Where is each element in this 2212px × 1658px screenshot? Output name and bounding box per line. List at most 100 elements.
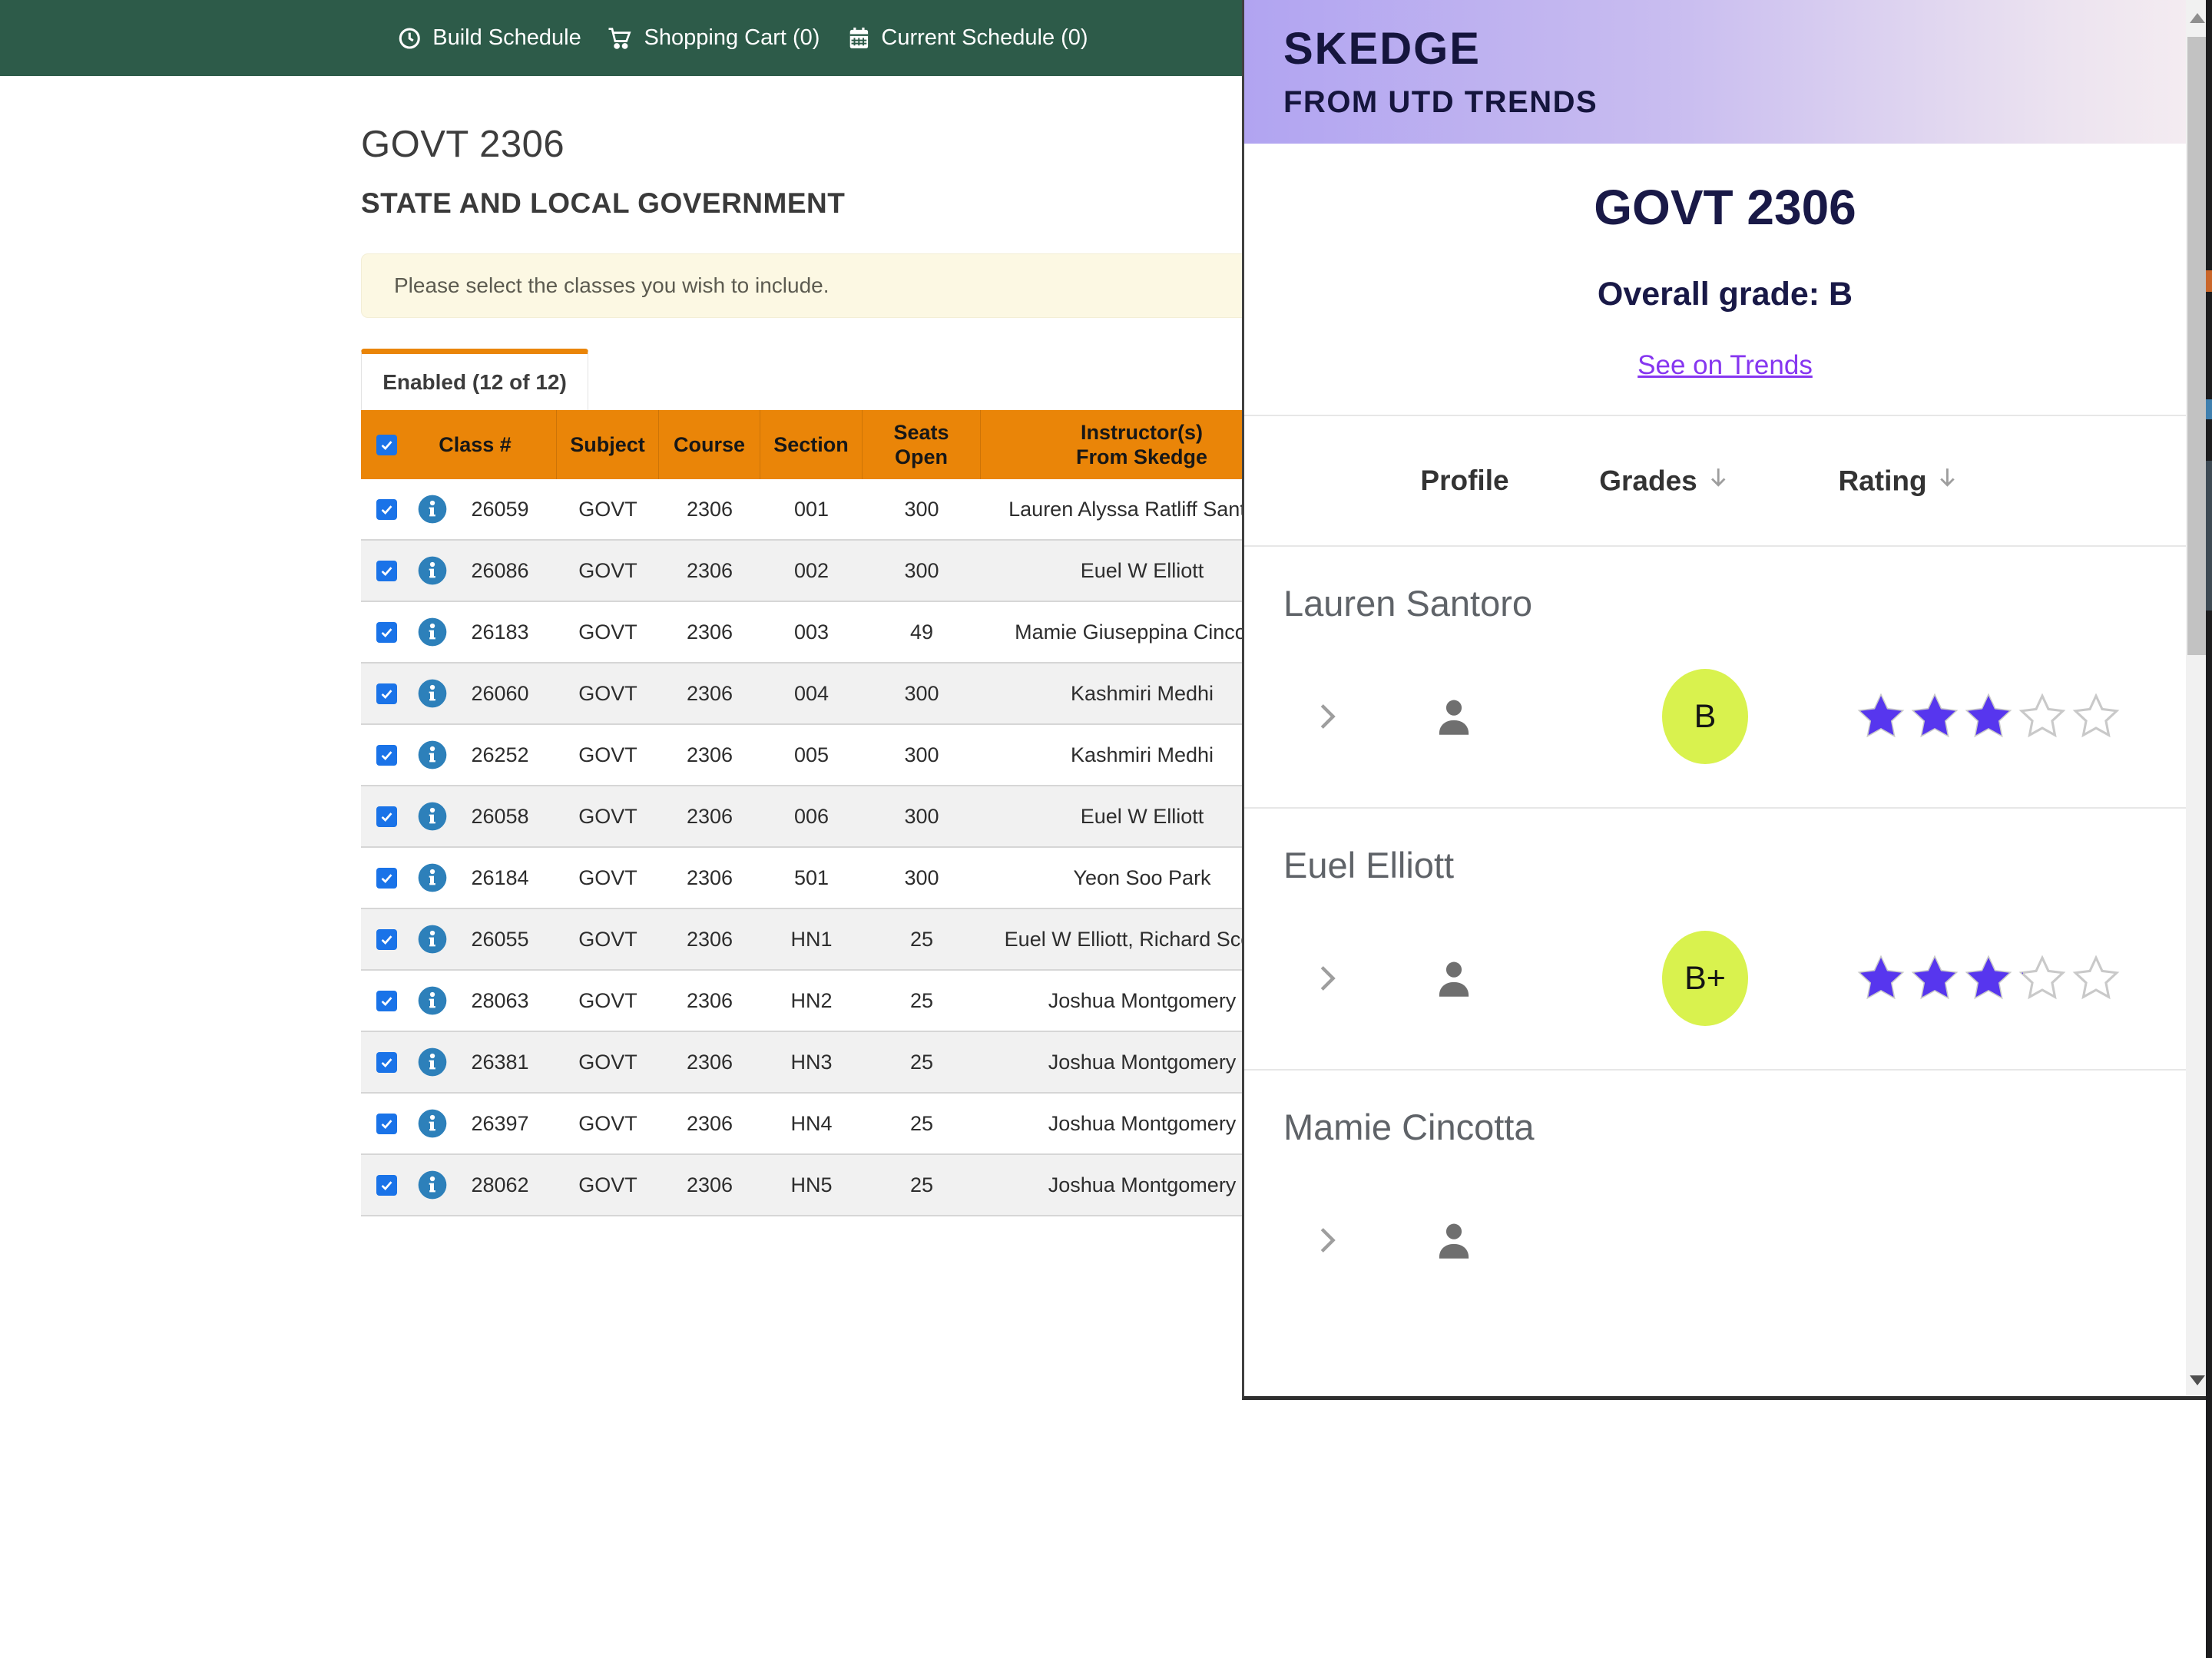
seats-cell: 25 xyxy=(863,1155,981,1215)
panel-overall-grade: Overall grade: B xyxy=(1244,276,2206,313)
chevron-right-icon[interactable] xyxy=(1309,699,1344,734)
class-number: 26055 xyxy=(448,926,552,953)
info-icon[interactable] xyxy=(417,740,448,770)
row-checkbox[interactable] xyxy=(376,499,397,520)
row-checkbox[interactable] xyxy=(376,1175,397,1196)
panel-scrollbar[interactable] xyxy=(2186,0,2208,1396)
class-table-body: 26059GOVT2306001300Lauren Alyssa Ratliff… xyxy=(361,479,1306,1216)
table-row: 26059GOVT2306001300Lauren Alyssa Ratliff… xyxy=(361,479,1306,541)
subject-cell: GOVT xyxy=(557,725,659,785)
course-cell: 2306 xyxy=(659,725,760,785)
chevron-right-icon[interactable] xyxy=(1309,1223,1344,1258)
row-main-cell: 26184 xyxy=(361,848,557,908)
select-all-checkbox[interactable] xyxy=(376,435,397,455)
row-main-cell: 26183 xyxy=(361,602,557,662)
table-row: 28062GOVT2306HN525Joshua Montgomery xyxy=(361,1155,1306,1216)
header-section: Section xyxy=(760,410,863,479)
section-cell: 004 xyxy=(760,664,863,723)
rating-stars xyxy=(1857,955,2120,1002)
seats-cell: 25 xyxy=(863,1094,981,1153)
section-cell: HN2 xyxy=(760,971,863,1031)
course-cell: 2306 xyxy=(659,1032,760,1092)
table-row: 26381GOVT2306HN325Joshua Montgomery xyxy=(361,1032,1306,1094)
class-number: 26183 xyxy=(448,619,552,646)
scroll-up-arrow[interactable] xyxy=(2190,13,2205,23)
info-icon[interactable] xyxy=(417,1047,448,1077)
person-icon[interactable] xyxy=(1430,1216,1478,1264)
row-checkbox[interactable] xyxy=(376,1114,397,1134)
nav-build-schedule[interactable]: Build Schedule xyxy=(397,0,581,76)
see-on-trends-link[interactable]: See on Trends xyxy=(1637,350,1813,380)
info-icon[interactable] xyxy=(417,617,448,647)
professor-row xyxy=(1283,1193,2206,1288)
row-checkbox[interactable] xyxy=(376,806,397,827)
info-icon[interactable] xyxy=(417,985,448,1016)
table-row: 26058GOVT2306006300Euel W Elliott xyxy=(361,786,1306,848)
row-main-cell: 26058 xyxy=(361,786,557,846)
row-checkbox[interactable] xyxy=(376,929,397,950)
professor-row: B+ xyxy=(1283,931,2206,1026)
scroll-down-arrow[interactable] xyxy=(2190,1375,2205,1385)
subject-cell: GOVT xyxy=(557,479,659,539)
professor-name: Mamie Cincotta xyxy=(1283,1106,2206,1148)
course-cell: 2306 xyxy=(659,479,760,539)
subject-cell: GOVT xyxy=(557,848,659,908)
row-checkbox[interactable] xyxy=(376,1052,397,1073)
tab-enabled[interactable]: Enabled (12 of 12) xyxy=(361,349,588,410)
row-checkbox[interactable] xyxy=(376,868,397,889)
seats-cell: 300 xyxy=(863,479,981,539)
row-checkbox[interactable] xyxy=(376,991,397,1011)
table-row: 26086GOVT2306002300Euel W Elliott xyxy=(361,541,1306,602)
row-checkbox[interactable] xyxy=(376,622,397,643)
edge-artifact xyxy=(2206,399,2212,419)
nav-current-schedule[interactable]: Current Schedule (0) xyxy=(847,0,1088,76)
person-icon[interactable] xyxy=(1430,693,1478,740)
subject-cell: GOVT xyxy=(557,541,659,601)
brand-subtitle: FROM UTD TRENDS xyxy=(1283,85,2206,120)
row-checkbox[interactable] xyxy=(376,745,397,766)
header-subject: Subject xyxy=(557,410,659,479)
row-main-cell: 26397 xyxy=(361,1094,557,1153)
course-cell: 2306 xyxy=(659,1094,760,1153)
nav-label: Current Schedule (0) xyxy=(881,25,1088,51)
chevron-right-icon[interactable] xyxy=(1309,961,1344,996)
column-grades-sort[interactable]: Grades xyxy=(1599,464,1731,498)
course-cell: 2306 xyxy=(659,848,760,908)
scrollbar-thumb[interactable] xyxy=(2187,37,2207,655)
info-icon[interactable] xyxy=(417,1108,448,1139)
info-icon[interactable] xyxy=(417,494,448,525)
header-seats: Seats Open xyxy=(863,410,981,479)
info-icon[interactable] xyxy=(417,862,448,893)
subject-cell: GOVT xyxy=(557,602,659,662)
star-icon xyxy=(1857,693,1905,740)
sort-down-icon xyxy=(1935,464,1961,498)
class-number: 26381 xyxy=(448,1049,552,1076)
nav-shopping-cart[interactable]: Shopping Cart (0) xyxy=(608,0,820,76)
row-main-cell: 26381 xyxy=(361,1032,557,1092)
info-icon[interactable] xyxy=(417,924,448,955)
row-main-cell: 26055 xyxy=(361,909,557,969)
column-rating-sort[interactable]: Rating xyxy=(1838,464,1960,498)
subject-cell: GOVT xyxy=(557,1094,659,1153)
window-edge-strip xyxy=(2206,0,2212,1658)
info-icon[interactable] xyxy=(417,801,448,832)
subject-cell: GOVT xyxy=(557,909,659,969)
section-cell: 003 xyxy=(760,602,863,662)
course-cell: 2306 xyxy=(659,909,760,969)
row-checkbox[interactable] xyxy=(376,561,397,581)
nav-label: Build Schedule xyxy=(432,25,581,51)
professor-row: B xyxy=(1283,669,2206,764)
subject-cell: GOVT xyxy=(557,786,659,846)
screen: Build Schedule Shopping Cart (0) Current… xyxy=(0,0,2212,1658)
course-cell: 2306 xyxy=(659,541,760,601)
info-icon[interactable] xyxy=(417,678,448,709)
row-main-cell: 26252 xyxy=(361,725,557,785)
row-checkbox[interactable] xyxy=(376,683,397,704)
table-row: 26060GOVT2306004300Kashmiri Medhi xyxy=(361,664,1306,725)
row-main-cell: 26059 xyxy=(361,479,557,539)
class-number: 26059 xyxy=(448,496,552,523)
info-icon[interactable] xyxy=(417,555,448,586)
panel-course-code: GOVT 2306 xyxy=(1244,179,2206,236)
info-icon[interactable] xyxy=(417,1170,448,1200)
person-icon[interactable] xyxy=(1430,955,1478,1002)
